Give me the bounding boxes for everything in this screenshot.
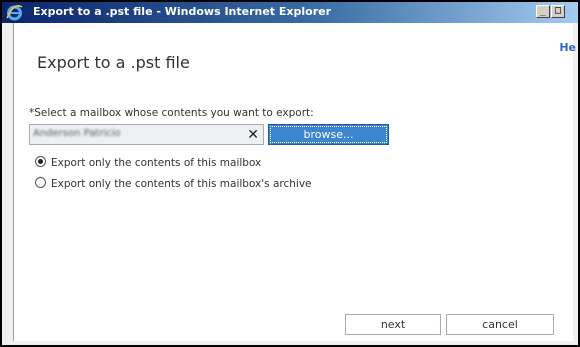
dialog-content: He Export to a .pst file *Select a mailb…: [13, 23, 576, 341]
mailbox-field[interactable]: Anderson Patricio ✕: [29, 124, 264, 145]
next-button[interactable]: next: [345, 314, 441, 335]
mailbox-prompt-label: *Select a mailbox whose contents you wan…: [29, 107, 314, 119]
help-link[interactable]: He: [559, 41, 576, 54]
internet-explorer-icon: [6, 5, 23, 21]
option-export-archive[interactable]: Export only the contents of this mailbox…: [35, 177, 312, 191]
cancel-button[interactable]: cancel: [446, 314, 554, 335]
option-export-mailbox[interactable]: Export only the contents of this mailbox: [35, 156, 261, 170]
radio-export-archive[interactable]: [35, 177, 46, 188]
option-export-archive-label: Export only the contents of this mailbox…: [51, 178, 312, 190]
window-title: Export to a .pst file - Windows Internet…: [33, 5, 332, 18]
ie-window: Export to a .pst file - Windows Internet…: [0, 0, 580, 347]
page-title: Export to a .pst file: [37, 53, 190, 72]
minimize-button[interactable]: _: [536, 5, 550, 18]
clear-icon[interactable]: ✕: [247, 126, 259, 144]
maximize-button[interactable]: □: [551, 5, 565, 18]
browse-button[interactable]: browse...: [268, 124, 389, 145]
window-titlebar[interactable]: Export to a .pst file - Windows Internet…: [2, 2, 578, 23]
radio-export-mailbox[interactable]: [35, 156, 46, 167]
mailbox-value: Anderson Patricio: [33, 128, 121, 139]
option-export-mailbox-label: Export only the contents of this mailbox: [51, 157, 262, 169]
